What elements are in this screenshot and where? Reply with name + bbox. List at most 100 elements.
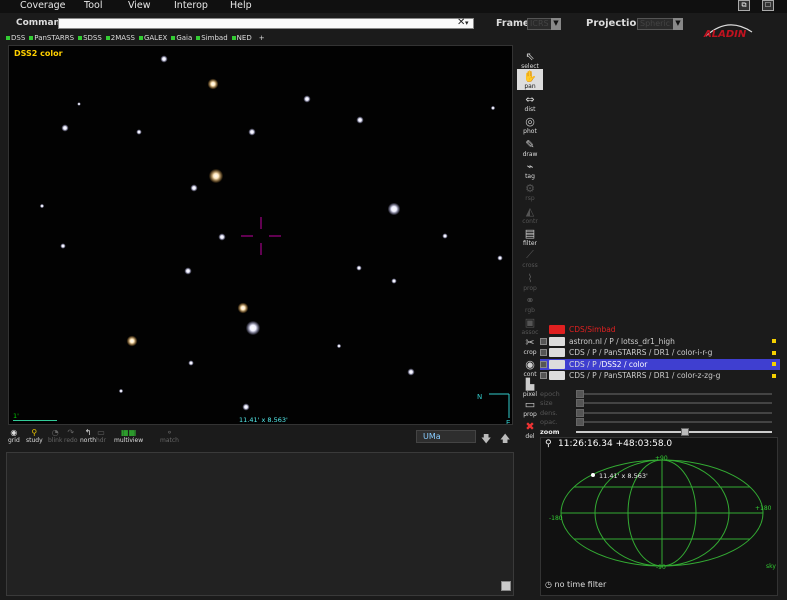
plane-checkbox[interactable] <box>540 349 547 356</box>
prop-zoom[interactable]: zoom <box>540 427 780 436</box>
tool-label: dist <box>524 106 536 113</box>
menu-help[interactable]: Help <box>230 0 252 13</box>
chevron-down-icon[interactable]: ▼ <box>673 18 683 30</box>
maximize-window-icon[interactable]: ☐ <box>762 0 774 11</box>
filter-icon: ▤ <box>524 226 536 240</box>
green-dot-icon <box>29 36 34 40</box>
shortcut-gaia[interactable]: Gaia <box>171 34 192 42</box>
plane-1[interactable]: astron.nl / P / lotss_dr1_high <box>540 336 780 347</box>
tool-tag[interactable]: ⌁ tag <box>517 159 543 181</box>
location-pin-icon: ⚲ <box>545 439 552 449</box>
allsky-grid[interactable]: 11.41' x 8.563' +90 -180 +180 -90 <box>541 438 779 597</box>
contour-icon: ◉ <box>525 357 535 371</box>
tool-filter[interactable]: ▤ filter <box>517 226 543 248</box>
bottom-tool-north[interactable]: ↰ north <box>80 428 96 444</box>
tool-dist[interactable]: ⇔ dist <box>517 92 543 114</box>
plane-marker <box>772 373 776 378</box>
menu-view[interactable]: View <box>128 0 151 13</box>
plane-checkbox[interactable] <box>540 372 547 379</box>
star <box>208 168 224 184</box>
svg-text:-180: -180 <box>549 515 563 522</box>
command-input[interactable] <box>58 18 474 29</box>
slider-knob[interactable] <box>680 427 689 436</box>
green-dot-icon <box>231 36 236 40</box>
star <box>60 243 66 249</box>
hand-icon: ✋ <box>523 69 537 83</box>
shortcut-sdss[interactable]: SDSS <box>78 34 102 42</box>
menu-tool[interactable]: Tool <box>84 0 102 13</box>
slider-knob <box>576 389 584 398</box>
tool-rgb: ⚭ rgb <box>517 293 543 315</box>
sky-image[interactable] <box>9 46 513 425</box>
tool-prop: ⌇ prop <box>517 271 543 293</box>
shortcut-label: 2MASS <box>110 34 135 42</box>
tool-label: rgb <box>525 307 535 314</box>
shortcut-galex[interactable]: GALEX <box>138 34 167 42</box>
shortcut-ned[interactable]: NED <box>231 34 252 42</box>
plane-4[interactable]: CDS / P / PanSTARRS / DR1 / color-z-zg-g <box>540 370 780 381</box>
shortcut-simbad[interactable]: Simbad <box>196 34 228 42</box>
rsp-icon: ⚙ <box>525 181 535 195</box>
pixel-icon: ▙ <box>525 377 535 391</box>
star <box>442 233 448 239</box>
plane-checkbox[interactable] <box>540 337 547 345</box>
image-view[interactable]: DSS2 color 1' 11.41' x 8.563' N E <box>8 45 513 425</box>
command-history-dropdown-icon[interactable]: ▾ <box>465 19 469 27</box>
time-filter[interactable]: ◷ no time filter <box>545 580 606 589</box>
star <box>39 203 45 209</box>
bottom-tool-study[interactable]: ⚲ study <box>26 428 43 444</box>
tool-rsp: ⚙ rsp <box>517 181 543 203</box>
menu-coverage[interactable]: Coverage <box>20 0 66 13</box>
plane-eye-icon[interactable] <box>549 371 565 380</box>
tool-label: pan <box>524 83 536 90</box>
tool-label: contr <box>522 218 538 225</box>
arrow-up-icon[interactable]: 🡅 <box>500 432 510 449</box>
shortcut-2mass[interactable]: 2MASS <box>105 34 135 42</box>
scale-bar <box>13 420 57 421</box>
bottom-tool-label: study <box>26 437 43 444</box>
plane-0[interactable]: CDS/Simbad <box>540 324 780 335</box>
green-dot-icon <box>196 36 201 40</box>
tool-select[interactable]: ⇖ select <box>517 49 543 71</box>
prop-slider[interactable] <box>576 427 772 436</box>
arrow-icon: ⇖ <box>525 49 535 63</box>
plane-checkbox[interactable] <box>540 360 547 368</box>
plane-eye-icon[interactable] <box>549 336 565 346</box>
target-input[interactable]: UMa <box>416 430 476 443</box>
fov-label: 11.41' x 8.563' <box>239 416 288 424</box>
pencil-icon: ✎ <box>525 137 535 151</box>
plane-eye-icon[interactable] <box>549 325 565 334</box>
svg-text:+180: +180 <box>755 505 772 512</box>
detach-console-icon[interactable] <box>501 581 511 591</box>
slider-knob <box>576 408 584 417</box>
cross-icon: ⟋ <box>526 248 534 261</box>
bottom-tool-grid[interactable]: ◉ grid <box>8 428 20 444</box>
shortcut-dss[interactable]: DSS <box>6 34 25 42</box>
star <box>391 278 397 284</box>
plane-label: CDS / P / PanSTARRS / DR1 / color-z-zg-g <box>569 371 721 380</box>
console-panel[interactable] <box>6 452 514 596</box>
plane-eye-icon[interactable] <box>549 348 565 357</box>
menu-interop[interactable]: Interop <box>174 0 208 13</box>
chevron-down-icon[interactable]: ▼ <box>551 18 561 30</box>
tool-draw[interactable]: ✎ draw <box>517 137 543 159</box>
star <box>497 255 503 261</box>
sky-overview-map[interactable]: 11.41' x 8.563' +90 -180 +180 -90 <box>540 437 778 596</box>
star <box>118 388 124 394</box>
tool-phot[interactable]: ◎ phot <box>517 114 543 136</box>
tool-label: cross <box>522 262 538 269</box>
bottom-tool-multiview[interactable]: ▦▦ multiview <box>114 428 143 444</box>
arrow-down-icon[interactable]: 🡇 <box>481 432 491 449</box>
tool-pan[interactable]: ✋ pan <box>517 69 543 90</box>
restore-window-icon[interactable]: ⧉ <box>738 0 750 11</box>
star <box>61 124 69 132</box>
plane-3[interactable]: CDS / P / DSS2 / color <box>540 358 780 370</box>
tool-label: filter <box>523 240 537 247</box>
projection-label: Projection <box>586 18 644 29</box>
plane-eye-icon[interactable] <box>549 359 565 369</box>
prop-label: dens. <box>540 408 558 417</box>
plane-2[interactable]: CDS / P / PanSTARRS / DR1 / color-i-r-g <box>540 347 780 358</box>
prop-label: zoom <box>540 427 560 436</box>
shortcut-panstarrs[interactable]: PanSTARRS <box>29 34 74 42</box>
add-shortcut-button[interactable]: + <box>259 34 265 42</box>
